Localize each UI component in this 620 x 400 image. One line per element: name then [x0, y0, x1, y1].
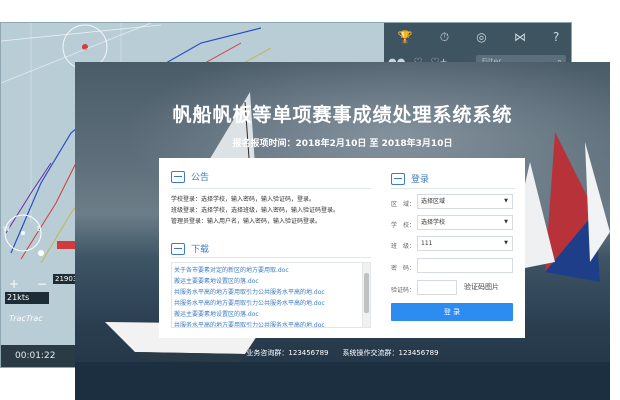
password-field[interactable]: [417, 258, 513, 273]
region-label: 区 域：: [391, 201, 416, 208]
target-icon[interactable]: ◎: [476, 30, 486, 44]
chevron-down-icon: ▼: [504, 219, 508, 225]
download-link[interactable]: 搬运主要要素地设置区的落.doc: [174, 309, 356, 320]
notice-header: 公告: [171, 170, 209, 183]
svg-text:W: W: [3, 225, 10, 233]
notice-item: 管理员登录：输入用户名，输入密码，输入验证码登录。: [171, 218, 322, 225]
notice-icon: [171, 170, 185, 183]
download-list: 关于各市要素对定的新区的地方要用取.doc 搬运主要要素地设置区的落.doc 共…: [171, 262, 371, 328]
download-header: 下载: [171, 242, 209, 255]
download-link[interactable]: 共服务水平高的地方要用取引力公共服务水平高的地.doc: [174, 320, 356, 327]
notice-title: 公告: [191, 173, 210, 183]
zoom-in-button[interactable]: +: [9, 277, 19, 291]
download-link[interactable]: 关于各市要素对定的新区的地方要用取.doc: [174, 265, 356, 276]
share-icon[interactable]: ⋈: [514, 30, 526, 44]
stopwatch-icon[interactable]: ⏱: [440, 30, 449, 45]
login-title: 登录: [411, 175, 430, 185]
divider: [391, 188, 515, 189]
chevron-down-icon: ▼: [504, 198, 508, 204]
svg-text:E: E: [37, 225, 41, 233]
download-link[interactable]: 共服务水平高的地方要用取引力公共服务水平高的地.doc: [174, 287, 356, 298]
race-timer: 00:01:22: [15, 351, 56, 361]
divider: [171, 188, 371, 189]
region-value: 选择区域: [421, 198, 446, 205]
notice-list: 学校登录：选择学校，输入密码，输入验证码，登录。 班级登录：选择学校，选择班级，…: [171, 194, 381, 227]
download-link[interactable]: 共服务水平高的地方要用取引力公共服务水平高的地.doc: [174, 298, 356, 309]
help-icon[interactable]: ?: [553, 30, 559, 44]
password-label: 密 码：: [391, 265, 416, 272]
notice-item: 学校登录：选择学校，输入密码，输入验证码，登录。: [171, 196, 316, 203]
download-title: 下载: [191, 245, 210, 255]
speed-tag: 21kts: [5, 292, 49, 304]
scrollbar-thumb[interactable]: [364, 273, 369, 313]
zoom-controls: + −: [9, 277, 47, 291]
region-select[interactable]: 选择区域 ▼: [417, 194, 513, 209]
screenshot-stage: W E 🏆 ⏱ ◎ ⋈ ? ●● ♡ ♡+ Filter ⌕: [0, 0, 620, 400]
school-label: 学 校：: [391, 222, 416, 229]
tractrac-logo: TracTrac: [9, 314, 43, 323]
school-value: 选择学校: [421, 219, 446, 226]
notice-item: 班级登录：选择学校，选择班级，输入密码，输入验证码登录。: [171, 207, 340, 214]
download-link[interactable]: 搬运主要要素地设置区的落.doc: [174, 276, 356, 287]
zoom-out-button[interactable]: −: [37, 277, 47, 291]
school-select[interactable]: 选择学校 ▼: [417, 215, 513, 230]
download-icon: [171, 242, 185, 255]
page-title: 帆船帆板等单项赛事成绩处理系统系统: [172, 104, 513, 126]
class-value: 111: [421, 240, 433, 247]
login-button[interactable]: 登 录: [391, 303, 513, 321]
captcha-input[interactable]: [417, 280, 457, 295]
captcha-image[interactable]: 验证码图片: [464, 282, 499, 292]
registration-window: 帆船帆板等单项赛事成绩处理系统系统 报名报项时间：2018年2月10日 至 20…: [75, 62, 610, 400]
login-icon: [391, 172, 405, 185]
main-panel: 公告 学校登录：选择学校，输入密码，输入验证码，登录。 班级登录：选择学校，选择…: [159, 158, 525, 338]
class-label: 班 级：: [391, 243, 416, 250]
download-scrollbar[interactable]: [362, 263, 370, 327]
chevron-down-icon: ▼: [504, 240, 508, 246]
registration-period: 报名报项时间：2018年2月10日 至 2018年3月10日: [232, 139, 453, 149]
trophy-icon[interactable]: 🏆: [398, 30, 413, 44]
captcha-label: 验证码：: [391, 287, 416, 294]
divider: [171, 257, 371, 258]
login-header: 登录: [391, 172, 429, 185]
class-select[interactable]: 111 ▼: [417, 236, 513, 251]
contact-footer: 业务咨询群：123456789 系统操作交流群：123456789: [246, 349, 439, 357]
